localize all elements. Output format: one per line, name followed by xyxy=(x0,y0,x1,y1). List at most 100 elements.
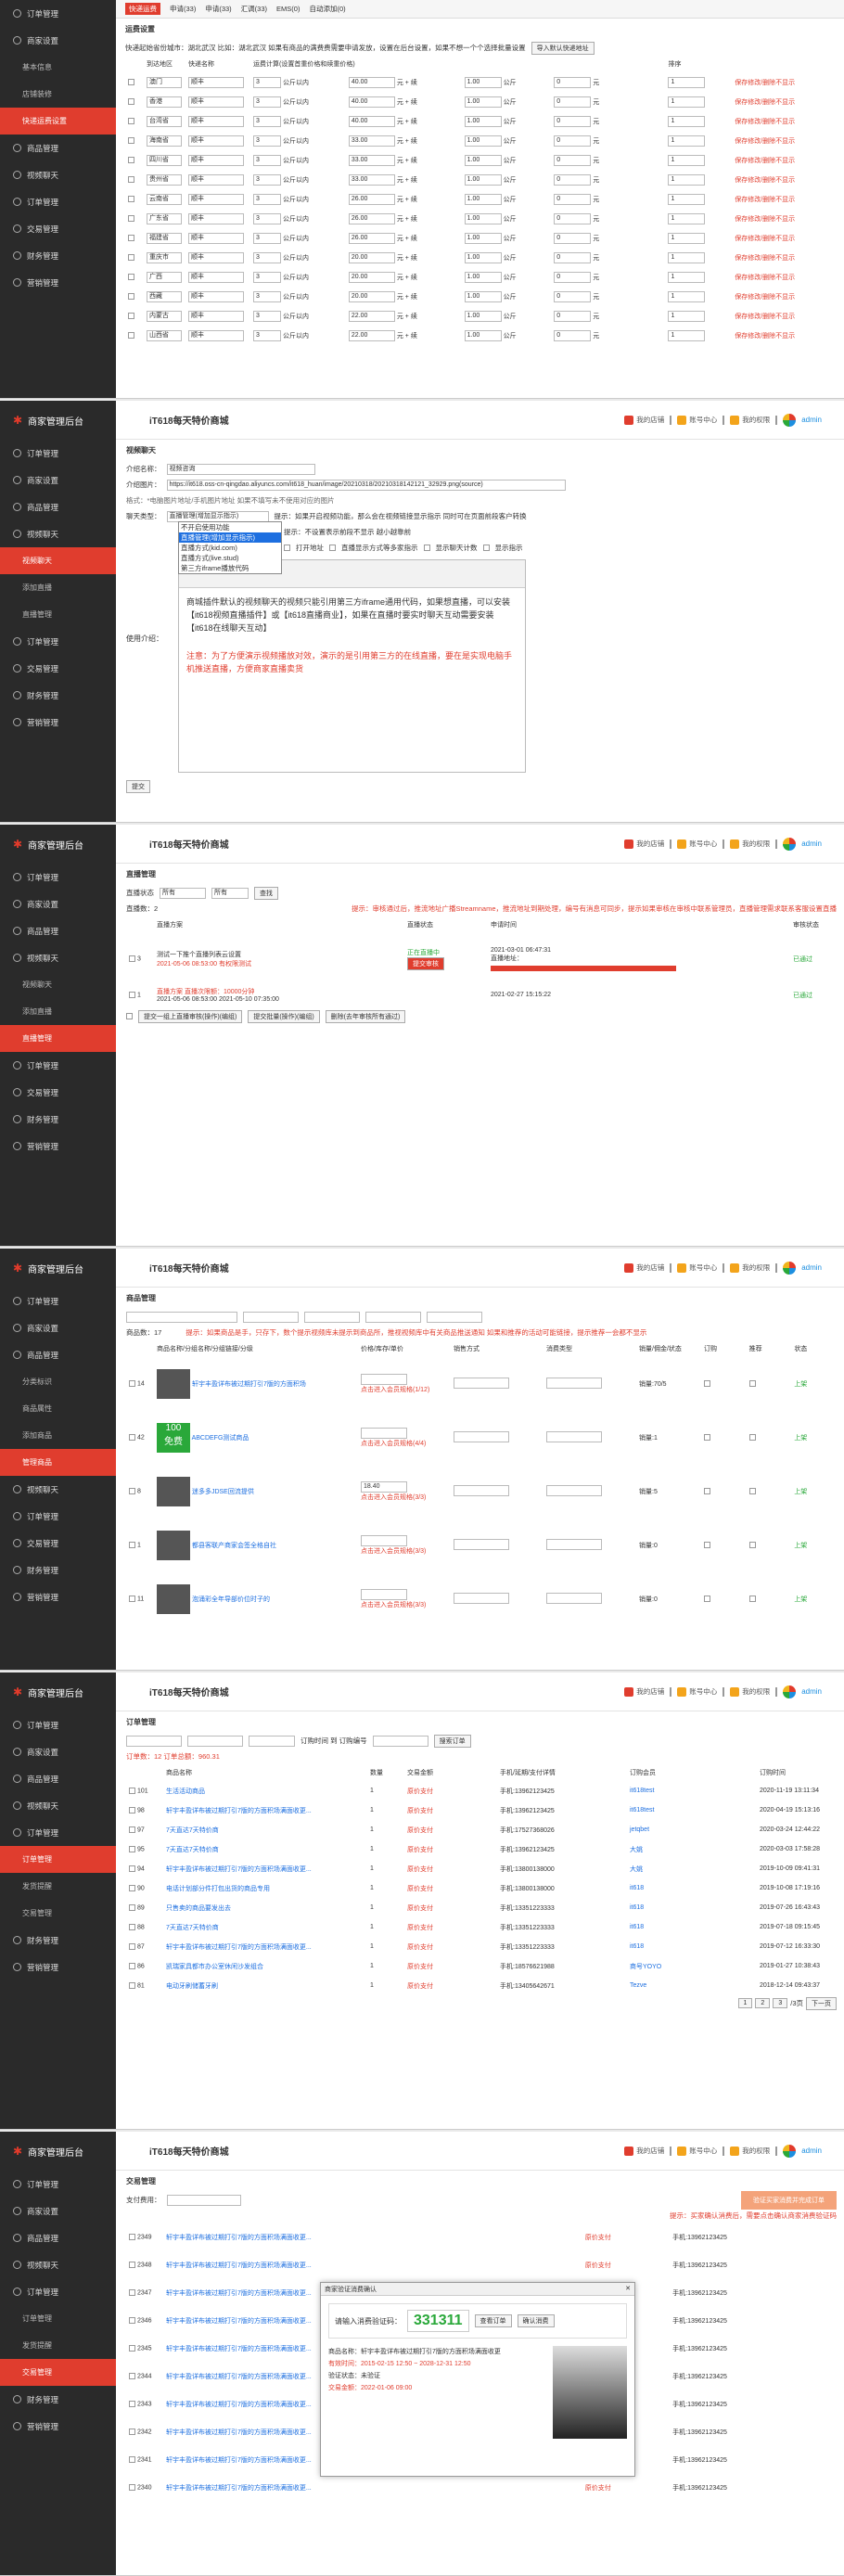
name-input[interactable]: 视频咨询 xyxy=(166,463,315,475)
search-button[interactable]: 查找 xyxy=(254,886,278,900)
status-badge[interactable]: 上架 xyxy=(791,1357,837,1411)
row-action[interactable]: 保存修改/删除不显示 xyxy=(732,248,835,267)
row-checkbox[interactable] xyxy=(129,1981,135,1989)
option[interactable]: 第三方iframe播放代码 xyxy=(179,563,281,573)
row-action[interactable]: 保存修改/删除不显示 xyxy=(732,287,835,306)
nav-live[interactable]: 视频聊天 xyxy=(0,2251,116,2278)
row-checkbox[interactable] xyxy=(129,1787,135,1794)
sale-select[interactable] xyxy=(454,1485,509,1496)
express-select[interactable]: 顺丰 xyxy=(188,329,244,341)
nav-live[interactable]: 视频聊天 xyxy=(0,944,116,971)
first-weight-input[interactable]: 3 xyxy=(253,290,281,302)
user-link[interactable]: 账号中心 xyxy=(677,2146,717,2156)
filter-select[interactable] xyxy=(243,1311,299,1323)
user-link[interactable]: 账号中心 xyxy=(677,1686,717,1697)
filter-select[interactable] xyxy=(427,1311,482,1323)
row-checkbox[interactable] xyxy=(129,1923,135,1930)
express-select[interactable]: 顺丰 xyxy=(188,76,244,88)
area-select[interactable]: 贵州省 xyxy=(147,173,182,186)
type-select[interactable] xyxy=(546,1431,602,1442)
sort-input[interactable]: 1 xyxy=(668,329,706,341)
order-search-button[interactable]: 搜索订单 xyxy=(433,1734,471,1748)
user-link[interactable]: 账号中心 xyxy=(677,1262,717,1273)
nav-live-add[interactable]: 添加直播 xyxy=(0,574,116,601)
area-select[interactable]: 福建省 xyxy=(147,232,182,244)
order-goods[interactable]: 只售卖的商品要发出去 xyxy=(163,1898,367,1917)
cont-price-input[interactable]: 0 xyxy=(554,154,592,166)
type-select[interactable] xyxy=(546,1593,602,1604)
cont-weight-input[interactable]: 1.00 xyxy=(464,310,502,322)
nav-finance[interactable]: 财务管理 xyxy=(0,1927,116,1954)
row-checkbox[interactable] xyxy=(128,97,134,105)
order-goods[interactable]: 轩宇丰盈详布被过期打引7版的方面积场满面收更... xyxy=(163,1801,367,1820)
first-weight-input[interactable]: 3 xyxy=(253,96,281,108)
order-goods[interactable]: 轩宇丰盈详布被过期打引7版的方面积场满面收更... xyxy=(163,1859,367,1878)
row-checkbox[interactable] xyxy=(129,2234,135,2241)
row-checkbox[interactable] xyxy=(129,2429,135,2436)
nav-trade-sub[interactable]: 交易管理 xyxy=(0,1900,116,1927)
store-link[interactable]: 我的店铺 xyxy=(624,415,664,425)
order-input[interactable] xyxy=(372,1735,428,1747)
cont-weight-input[interactable]: 1.00 xyxy=(464,115,502,127)
nav-shop[interactable]: 商家设置 xyxy=(0,1314,116,1341)
sort-input[interactable]: 1 xyxy=(668,173,706,186)
nav-deal[interactable]: 订单管理 xyxy=(0,188,116,215)
area-select[interactable]: 海南省 xyxy=(147,135,182,147)
goods-search-input[interactable] xyxy=(126,1311,237,1323)
nav-order[interactable]: 订单管理 xyxy=(0,1288,116,1314)
cont-price-input[interactable]: 0 xyxy=(554,232,592,244)
nav-category[interactable]: 分类标识 xyxy=(0,1368,116,1395)
admin-name[interactable]: admin xyxy=(801,1687,822,1696)
price-input[interactable]: 18.40 xyxy=(361,1481,407,1493)
editor-text[interactable]: 商城插件默认的视频聊天的视频只能引用第三方iframe通用代码，如果想直播，可以… xyxy=(179,588,525,642)
row-action[interactable]: 保存修改/删除不显示 xyxy=(732,92,835,111)
row-checkbox[interactable] xyxy=(129,2401,135,2408)
nav-finance[interactable]: 财务管理 xyxy=(0,242,116,269)
price-input[interactable] xyxy=(361,1374,407,1385)
row-checkbox[interactable] xyxy=(128,78,134,85)
role-link[interactable]: 我的权限 xyxy=(730,2146,770,2156)
cont-price-input[interactable]: 0 xyxy=(554,212,592,224)
role-link[interactable]: 我的权限 xyxy=(730,1686,770,1697)
review-button[interactable]: 提交审核 xyxy=(407,957,444,970)
nav-goods[interactable]: 商品管理 xyxy=(0,917,116,944)
express-select[interactable]: 顺丰 xyxy=(188,271,244,283)
first-weight-input[interactable]: 3 xyxy=(253,251,281,263)
sale-select[interactable] xyxy=(454,1593,509,1604)
avatar[interactable] xyxy=(783,1685,797,1698)
nav-finance[interactable]: 财务管理 xyxy=(0,1106,116,1133)
row-checkbox[interactable] xyxy=(129,2317,135,2325)
tab-5[interactable]: EMS(0) xyxy=(276,5,300,13)
cont-weight-input[interactable]: 1.00 xyxy=(464,251,502,263)
row-action[interactable]: 保存修改/删除不显示 xyxy=(732,228,835,248)
row-checkbox[interactable] xyxy=(128,234,134,241)
nav-goods[interactable]: 商品管理 xyxy=(0,2224,116,2251)
nav-sales[interactable]: 营销管理 xyxy=(0,1133,116,1160)
cont-weight-input[interactable]: 1.00 xyxy=(464,232,502,244)
goods-name[interactable]: 泡涌彩全年导部价位时子的 xyxy=(192,1596,270,1603)
next-page[interactable]: 下一页 xyxy=(806,1996,837,2010)
status-badge[interactable]: 上架 xyxy=(791,1519,837,1572)
nav-order[interactable]: 订单管理 xyxy=(0,440,116,467)
row-checkbox[interactable] xyxy=(129,2456,135,2464)
sort-input[interactable]: 1 xyxy=(668,135,706,147)
sort-input[interactable]: 1 xyxy=(668,96,706,108)
tab-2[interactable]: 申请(33) xyxy=(170,4,196,14)
store-link[interactable]: 我的店铺 xyxy=(624,2146,664,2156)
nav-order[interactable]: 订单管理 xyxy=(0,0,116,27)
nav-express[interactable]: 快递运费设置 xyxy=(0,108,116,135)
row-action[interactable]: 保存修改/删除不显示 xyxy=(732,131,835,150)
nav-store-style[interactable]: 店铺装修 xyxy=(0,81,116,108)
first-price-input[interactable]: 26.00 xyxy=(348,212,395,224)
goods-name[interactable]: 迷多多JDSE回流提供 xyxy=(192,1489,254,1495)
row-checkbox[interactable] xyxy=(128,273,134,280)
nav-order[interactable]: 订单管理 xyxy=(0,2171,116,2198)
first-price-input[interactable]: 40.00 xyxy=(348,76,395,88)
store-link[interactable]: 我的店铺 xyxy=(624,1686,664,1697)
admin-name[interactable]: admin xyxy=(801,839,822,848)
nav-trade-sub[interactable]: 交易管理 xyxy=(0,2359,116,2386)
first-price-input[interactable]: 20.00 xyxy=(348,251,395,263)
nav-shop[interactable]: 商家设置 xyxy=(0,2198,116,2224)
express-select[interactable]: 顺丰 xyxy=(188,232,244,244)
status-badge[interactable]: 上架 xyxy=(791,1465,837,1519)
